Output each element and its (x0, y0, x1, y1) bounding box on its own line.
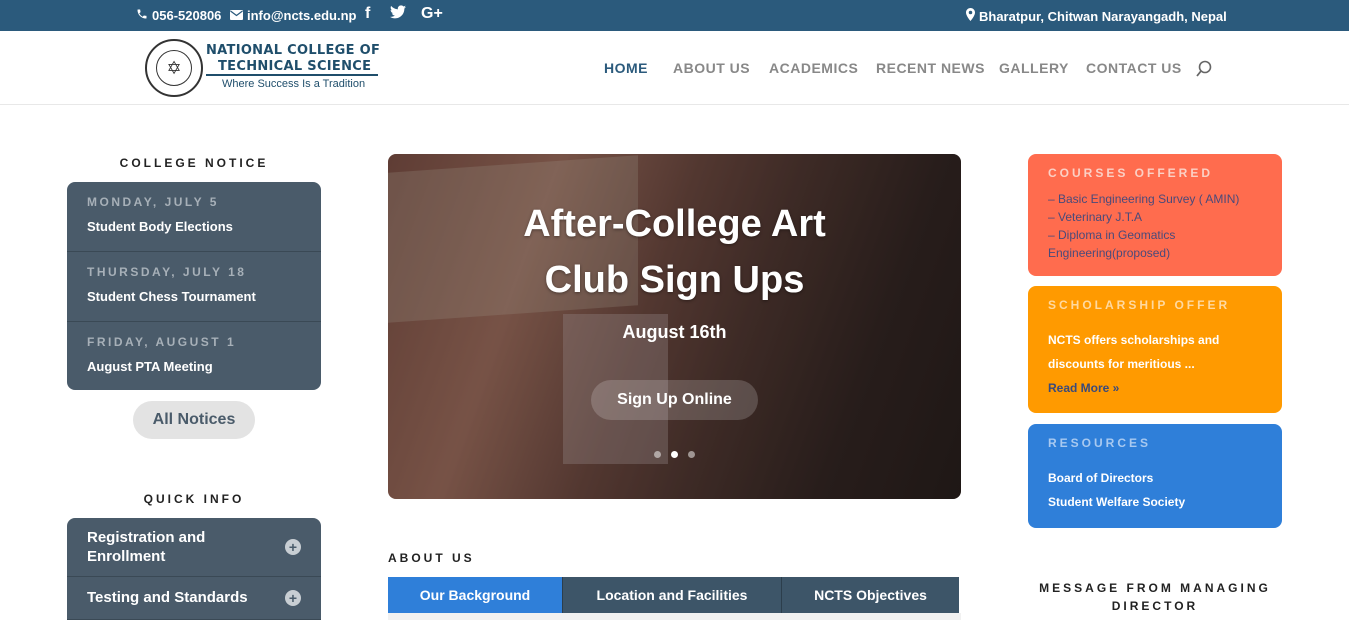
board-of-directors-link[interactable]: Board of Directors (1048, 466, 1153, 490)
notice-date: THURSDAY, JULY 18 (87, 265, 247, 279)
email-contact[interactable]: info@ncts.edu.np (230, 8, 356, 23)
slider-dot-active[interactable] (671, 451, 678, 458)
logo-title-line2: TECHNICAL SCIENCE (218, 59, 372, 74)
resources-title: RESOURCES (1048, 436, 1152, 450)
tab-our-background[interactable]: Our Background (388, 577, 563, 613)
notice-name: August PTA Meeting (87, 359, 213, 374)
nav-home[interactable]: HOME (604, 60, 648, 76)
tab-ncts-objectives[interactable]: NCTS Objectives (782, 577, 959, 613)
google-plus-icon[interactable]: G+ (421, 5, 443, 23)
email-address: info@ncts.edu.np (247, 8, 357, 23)
nav-about-us[interactable]: ABOUT US (673, 60, 750, 76)
nav-academics[interactable]: ACADEMICS (769, 60, 858, 76)
nav-gallery[interactable]: GALLERY (999, 60, 1069, 76)
logo-tagline: Where Success Is a Tradition (222, 78, 366, 90)
address-text: Bharatpur, Chitwan Narayangadh, Nepal (979, 8, 1227, 24)
scholarship-text: discounts for meritious ... (1048, 357, 1195, 371)
about-tabs: Our Background Location and Facilities N… (388, 577, 959, 613)
notice-name: Student Chess Tournament (87, 289, 256, 304)
accordion-label: Testing and Standards (87, 589, 248, 606)
quick-info-accordion: Registration and Enrollment + Testing an… (67, 518, 321, 620)
scholarship-offer-card: SCHOLARSHIP OFFER NCTS offers scholarshi… (1028, 286, 1282, 413)
message-title: MESSAGE FROM MANAGING DIRECTOR (1028, 579, 1282, 615)
nav-contact-us[interactable]: CONTACT US (1086, 60, 1182, 76)
phone-icon (136, 8, 148, 23)
courses-offered-card: COURSES OFFERED – Basic Engineering Surv… (1028, 154, 1282, 276)
scholarship-title: SCHOLARSHIP OFFER (1048, 298, 1231, 312)
read-more-link[interactable]: Read More » (1048, 376, 1119, 400)
top-bar: 056-520806 info@ncts.edu.np f G+ Bharatp… (0, 0, 1349, 31)
twitter-icon[interactable] (390, 5, 406, 24)
course-item[interactable]: Engineering(proposed) (1048, 244, 1170, 262)
sign-up-online-button[interactable]: Sign Up Online (591, 380, 758, 420)
search-icon[interactable] (1196, 60, 1212, 78)
site-header: ✡ NATIONAL COLLEGE OF TECHNICAL SCIENCE … (0, 31, 1349, 105)
slider-dot[interactable] (688, 451, 695, 458)
slide-title-line2: Club Sign Ups (544, 259, 805, 301)
course-item[interactable]: – Veterinary J.T.A (1048, 208, 1142, 226)
notice-item[interactable]: FRIDAY, AUGUST 1 August PTA Meeting (67, 322, 321, 390)
plus-icon[interactable]: + (285, 539, 301, 555)
hero-slider[interactable]: After-College Art Club Sign Ups August 1… (388, 154, 961, 499)
slide-title-line1: After-College Art (523, 203, 826, 245)
address: Bharatpur, Chitwan Narayangadh, Nepal (966, 8, 1227, 24)
logo-divider (206, 74, 378, 76)
about-us-title: ABOUT US (388, 551, 475, 565)
courses-title: COURSES OFFERED (1048, 166, 1214, 180)
course-item[interactable]: – Basic Engineering Survey ( AMIN) (1048, 190, 1239, 208)
student-welfare-link[interactable]: Student Welfare Society (1048, 490, 1185, 514)
quick-info-title: QUICK INFO (143, 492, 245, 506)
message-title-line1: MESSAGE FROM MANAGING (1039, 581, 1271, 595)
notice-item[interactable]: THURSDAY, JULY 18 Student Chess Tourname… (67, 252, 321, 322)
logo-title-line1: NATIONAL COLLEGE OF (206, 43, 381, 58)
tab-content-area (388, 613, 961, 620)
notice-date: FRIDAY, AUGUST 1 (87, 335, 237, 349)
accordion-item-registration[interactable]: Registration and Enrollment + (67, 518, 321, 577)
slider-dot[interactable] (654, 451, 661, 458)
resources-card: RESOURCES Board of Directors Student Wel… (1028, 424, 1282, 528)
envelope-icon (230, 8, 243, 23)
college-notice-list: MONDAY, JULY 5 Student Body Elections TH… (67, 182, 321, 390)
star-icon: ✡ (156, 50, 192, 86)
facebook-icon[interactable]: f (365, 5, 370, 23)
tab-location-facilities[interactable]: Location and Facilities (563, 577, 782, 613)
notice-name: Student Body Elections (87, 219, 233, 234)
nav-recent-news[interactable]: RECENT NEWS (876, 60, 985, 76)
accordion-item-testing[interactable]: Testing and Standards + (67, 577, 321, 620)
accordion-label: Registration and Enrollment (87, 529, 206, 565)
plus-icon[interactable]: + (285, 590, 301, 606)
course-item[interactable]: – Diploma in Geomatics (1048, 226, 1175, 244)
slide-subtitle: August 16th (622, 322, 727, 342)
all-notices-button[interactable]: All Notices (133, 401, 255, 439)
phone-contact[interactable]: 056-520806 (136, 8, 221, 23)
college-notice-title: COLLEGE NOTICE (119, 156, 269, 170)
notice-date: MONDAY, JULY 5 (87, 195, 219, 209)
notice-item[interactable]: MONDAY, JULY 5 Student Body Elections (67, 182, 321, 252)
message-title-line2: DIRECTOR (1111, 599, 1199, 613)
slide-title: After-College Art Club Sign Ups (388, 196, 961, 308)
phone-number: 056-520806 (152, 8, 222, 23)
scholarship-text: NCTS offers scholarships and (1048, 333, 1220, 347)
map-marker-icon (966, 8, 975, 24)
college-seal-logo[interactable]: ✡ (145, 39, 203, 97)
